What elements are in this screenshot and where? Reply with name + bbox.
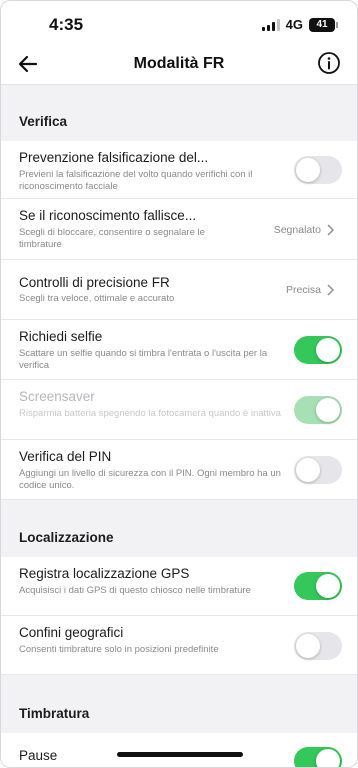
fallback-value-label: Segnalato [273,224,321,236]
section-title: Localizzazione [19,530,114,545]
navigation-bar: Modalità FR [1,45,357,85]
app-screen: 4:35 4G 41 Modalità FR Verifica Prevenzi… [0,0,358,768]
setting-title: Registra localizzazione GPS [19,566,190,581]
selfie-toggle[interactable] [294,336,342,364]
fallback-value[interactable]: Segnalato [274,224,335,236]
setting-title: Se il riconoscimento fallisce... [19,208,197,223]
setting-row-antispoof[interactable]: Prevenzione falsificazione del... Previe… [1,141,357,199]
setting-row-fallback[interactable]: Se il riconoscimento fallisce... Scegli … [1,199,357,260]
setting-row-precision[interactable]: Controlli di precisione FR Scegli tra ve… [1,260,357,320]
setting-title: Prevenzione falsificazione del... [19,150,209,165]
setting-row-screensaver: Screensaver Risparmia batteria spegnendo… [1,380,357,440]
section-title: Verifica [19,114,68,129]
chevron-right-icon [327,284,334,296]
info-button[interactable] [317,51,341,75]
section-header-localizzazione: Localizzazione [1,511,357,557]
setting-row-breaks[interactable]: Pause [1,733,357,767]
setting-row-pin[interactable]: Verifica del PIN Aggiungi un livello di … [1,440,357,500]
geofence-toggle[interactable] [294,632,342,660]
setting-subtitle: Risparmia batteria spegnendo la fotocame… [19,408,281,419]
setting-subtitle: Scattare un selfie quando si timbra l'en… [19,348,268,371]
setting-title: Pause [19,748,58,763]
toggle-knob [296,634,320,658]
setting-subtitle: Consenti timbrature solo in posizioni pr… [19,644,219,655]
setting-title: Confini geografici [19,625,124,640]
info-circle-icon [318,52,340,74]
setting-subtitle: Scegli di bloccare, consentire o segnala… [19,227,205,250]
setting-title: Verifica del PIN [19,449,112,464]
precision-value-label: Precisa [285,284,321,296]
status-indicators: 4G 41 [261,17,338,32]
network-type: 4G [285,17,303,32]
antispoof-toggle[interactable] [294,156,342,184]
signal-icon [261,18,280,31]
section-title: Timbratura [19,706,90,721]
gps-toggle[interactable] [294,572,342,600]
toggle-knob [316,398,340,422]
toggle-knob [316,749,340,767]
section-header-timbratura: Timbratura [1,687,357,733]
section-header-verifica: Verifica [1,95,357,141]
toggle-knob [296,458,320,482]
setting-subtitle: Acquisisci i dati GPS di questo chiosco … [19,585,251,596]
setting-row-selfie[interactable]: Richiedi selfie Scattare un selfie quand… [1,320,357,380]
toggle-knob [316,338,340,362]
setting-title: Controlli di precisione FR [19,275,170,290]
setting-subtitle: Previeni la falsificazione del volto qua… [19,169,253,192]
screensaver-toggle [294,396,342,424]
setting-row-geofence[interactable]: Confini geografici Consenti timbrature s… [1,616,357,675]
toggle-knob [296,158,320,182]
battery-level: 41 [316,19,328,30]
setting-title: Screensaver [19,389,95,404]
toggle-knob [316,574,340,598]
breaks-toggle[interactable] [294,747,342,767]
setting-subtitle: Aggiungi un livello di sicurezza con il … [19,468,281,491]
pin-toggle[interactable] [294,456,342,484]
home-indicator[interactable] [117,752,243,757]
chevron-right-icon [327,224,334,236]
status-time: 4:35 [49,15,84,34]
battery-icon: 41 [309,17,338,32]
status-bar: 4:35 4G 41 [1,1,357,45]
setting-row-gps[interactable]: Registra localizzazione GPS Acquisisci i… [1,557,357,616]
setting-subtitle: Scegli tra veloce, ottimale e accurato [19,293,175,304]
precision-value[interactable]: Precisa [286,284,335,296]
setting-title: Richiedi selfie [19,329,103,344]
page-title: Modalità FR [133,55,225,72]
